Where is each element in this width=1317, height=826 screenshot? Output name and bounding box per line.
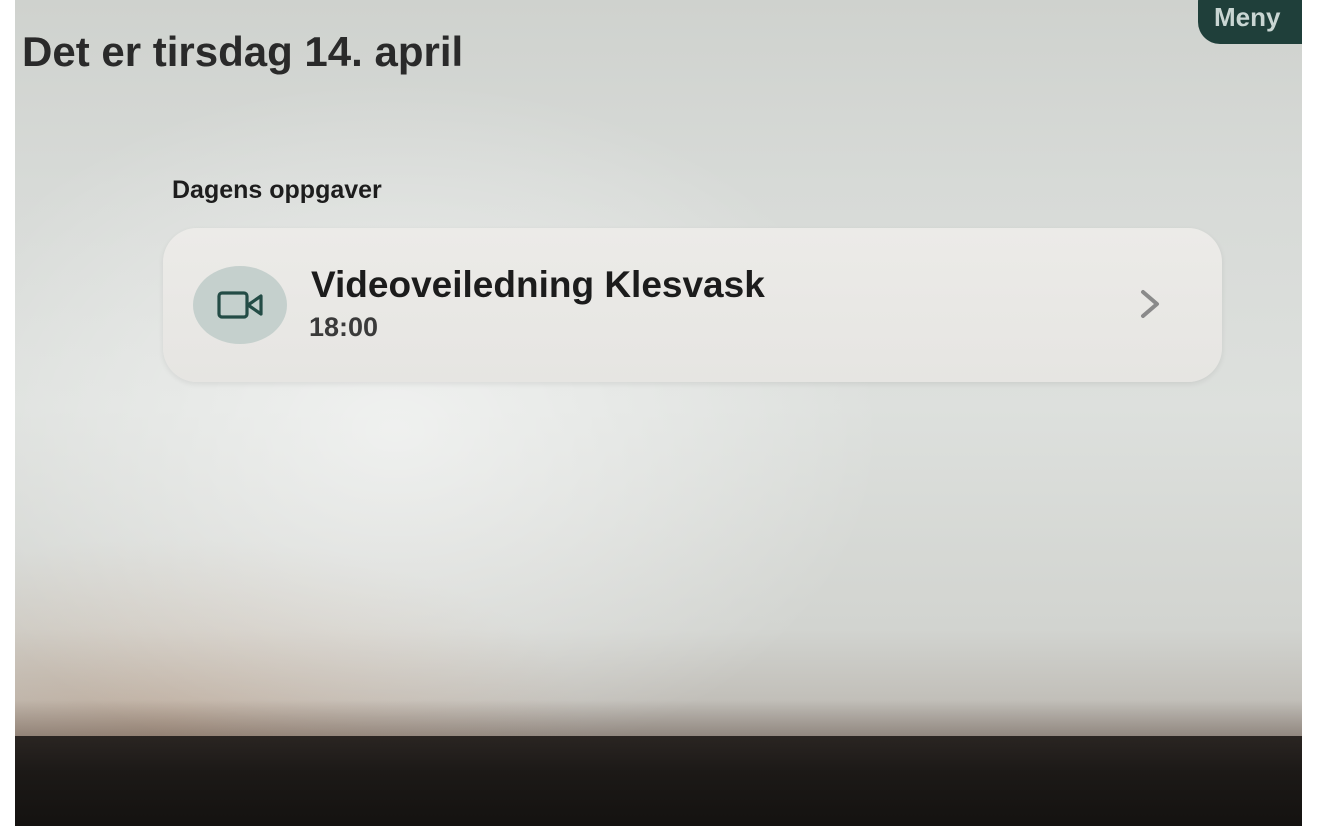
task-card[interactable]: Videoveiledning Klesvask 18:00 — [163, 228, 1222, 382]
chevron-right-icon — [1141, 290, 1159, 318]
greeting-cropped — [22, 0, 35, 14]
tablet-bezel-bottom — [0, 736, 1317, 826]
video-camera-icon — [217, 291, 263, 319]
section-heading-todays-tasks: Dagens oppgaver — [172, 176, 382, 204]
photo-margin-right — [1302, 0, 1317, 826]
page-title: Det er tirsdag 14. april — [22, 28, 464, 75]
menu-button[interactable]: Meny — [1198, 0, 1317, 44]
photo-margin-left — [0, 0, 15, 826]
task-time: 18:00 — [309, 312, 379, 342]
task-title: Videoveiledning Klesvask — [311, 264, 765, 305]
task-icon-badge — [193, 266, 287, 344]
photo-frame: Det er tirsdag 14. april Meny Dagens opp… — [0, 0, 1317, 826]
screen-bottom-shade — [15, 700, 1302, 740]
